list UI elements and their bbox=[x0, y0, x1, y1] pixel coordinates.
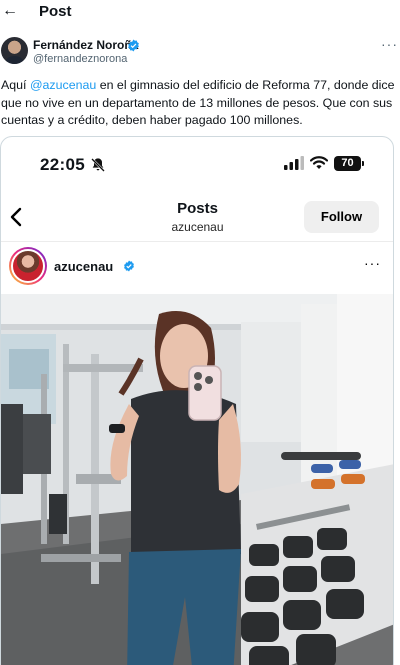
more-horizontal-icon[interactable]: ··· bbox=[364, 255, 381, 271]
follow-button[interactable]: Follow bbox=[304, 201, 379, 233]
page-title: Post bbox=[39, 3, 72, 20]
more-horizontal-icon[interactable]: ··· bbox=[381, 36, 398, 52]
tweet-text-prefix: Aquí bbox=[1, 78, 30, 92]
tweet-text: Aquí @azucenau en el gimnasio del edific… bbox=[1, 77, 399, 130]
author-name[interactable]: Fernández Noroña bbox=[33, 38, 138, 52]
avatar-image bbox=[11, 249, 45, 283]
post-username[interactable]: azucenau bbox=[54, 259, 113, 274]
mention-link[interactable]: @azucenau bbox=[30, 78, 96, 92]
verified-badge-icon bbox=[124, 260, 134, 272]
divider bbox=[1, 241, 393, 242]
bell-slash-icon bbox=[91, 158, 105, 172]
top-bar: ← Post bbox=[0, 0, 400, 26]
author-handle[interactable]: @fernandeznorona bbox=[33, 53, 127, 66]
verified-badge-icon bbox=[128, 39, 139, 52]
gym-selfie-photo[interactable] bbox=[1, 294, 393, 665]
author-avatar[interactable] bbox=[1, 37, 28, 64]
chevron-left-icon[interactable] bbox=[9, 207, 23, 227]
post-avatar[interactable] bbox=[9, 247, 47, 285]
ig-header-title: Posts bbox=[177, 200, 218, 217]
ig-header-subtitle: azucenau bbox=[171, 220, 224, 234]
gym-scene-illustration bbox=[1, 294, 393, 665]
battery-indicator: 70 bbox=[334, 156, 361, 171]
battery-tip bbox=[362, 161, 364, 166]
cellular-signal-icon bbox=[284, 156, 304, 170]
embedded-screenshot[interactable]: 22:05 70 Posts azucenau Follow azucenau … bbox=[0, 136, 394, 665]
status-time: 22:05 bbox=[40, 155, 85, 174]
arrow-left-icon[interactable]: ← bbox=[2, 2, 18, 20]
wifi-icon bbox=[310, 156, 328, 169]
